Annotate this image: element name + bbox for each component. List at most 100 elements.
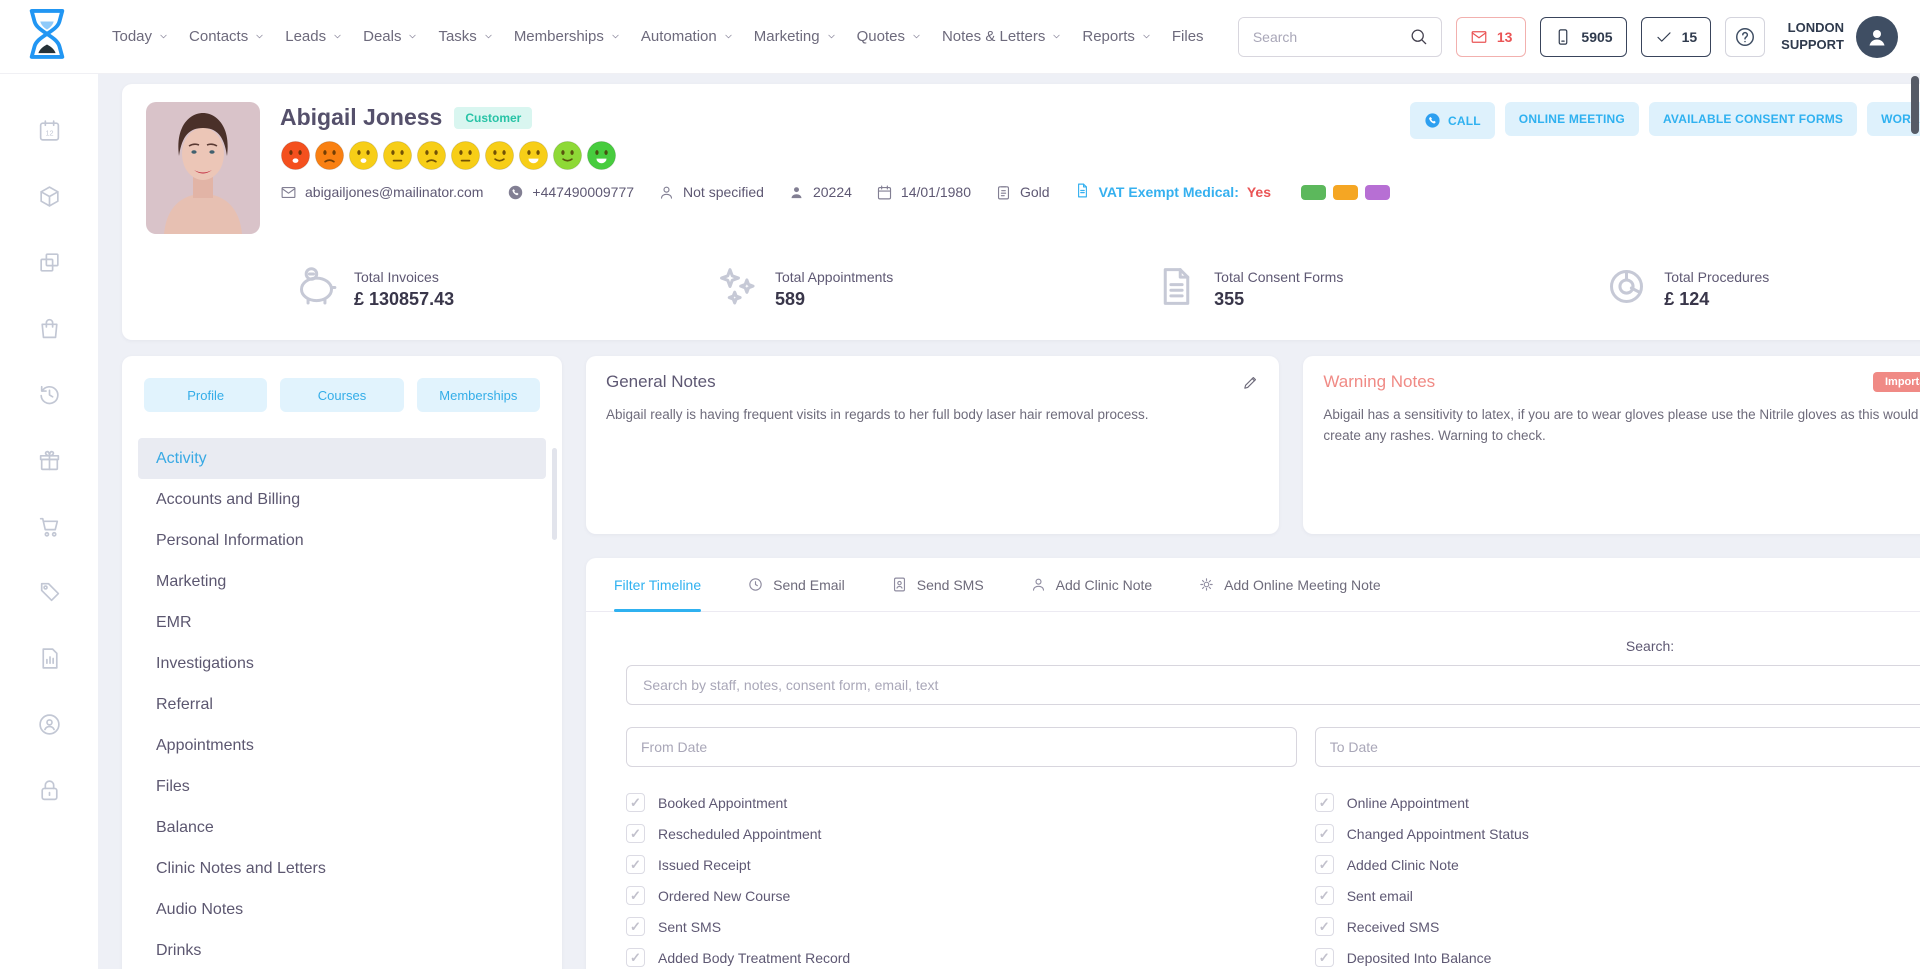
filter-checkbox-issued-receipt[interactable]: ✓ Issued Receipt — [626, 855, 1297, 874]
rating-face-5-icon[interactable] — [416, 140, 447, 171]
checkbox[interactable]: ✓ — [1315, 855, 1334, 874]
menu-item-investigations[interactable]: Investigations — [138, 643, 546, 684]
sidebar-icon-copy[interactable] — [37, 250, 62, 280]
available-consent-forms-button[interactable]: AVAILABLE CONSENT FORMS — [1649, 102, 1857, 136]
sidebar-icon-calendar-12[interactable]: 12 — [37, 118, 62, 148]
menu-item-marketing[interactable]: Marketing — [138, 561, 546, 602]
filter-checkbox-added-body-treatment-record[interactable]: ✓ Added Body Treatment Record — [626, 948, 1297, 967]
filter-checkbox-received-sms[interactable]: ✓ Received SMS — [1315, 917, 1920, 936]
rating-face-6-icon[interactable] — [450, 140, 481, 171]
menu-item-accounts-and-billing[interactable]: Accounts and Billing — [138, 479, 546, 520]
filter-checkbox-added-clinic-note[interactable]: ✓ Added Clinic Note — [1315, 855, 1920, 874]
nav-item-reports[interactable]: Reports — [1082, 28, 1152, 45]
nav-item-memberships[interactable]: Memberships — [514, 28, 621, 45]
sidebar-icon-support[interactable] — [37, 712, 62, 742]
nav-item-deals[interactable]: Deals — [363, 28, 418, 45]
tag-chip[interactable] — [1365, 185, 1390, 200]
sidebar-icon-package[interactable] — [37, 184, 62, 214]
tab-memberships[interactable]: Memberships — [417, 378, 540, 412]
menu-item-files[interactable]: Files — [138, 766, 546, 807]
checkbox[interactable]: ✓ — [1315, 793, 1334, 812]
search-input[interactable] — [1239, 18, 1397, 56]
rating-face-7-icon[interactable] — [484, 140, 515, 171]
filter-checkbox-changed-appointment-status[interactable]: ✓ Changed Appointment Status — [1315, 824, 1920, 843]
checkbox[interactable]: ✓ — [1315, 917, 1334, 936]
sidebar-icon-lock[interactable] — [37, 778, 62, 808]
filter-checkbox-rescheduled-appointment[interactable]: ✓ Rescheduled Appointment — [626, 824, 1297, 843]
filter-checkbox-booked-appointment[interactable]: ✓ Booked Appointment — [626, 793, 1297, 812]
rating-face-10-icon[interactable] — [586, 140, 617, 171]
user-avatar[interactable] — [1856, 16, 1898, 58]
nav-item-automation[interactable]: Automation — [641, 28, 734, 45]
nav-item-contacts[interactable]: Contacts — [189, 28, 265, 45]
checkbox[interactable]: ✓ — [626, 917, 645, 936]
timeline-tab-add-clinic-note[interactable]: Add Clinic Note — [1030, 558, 1153, 611]
checkbox[interactable]: ✓ — [1315, 824, 1334, 843]
timeline-tab-send-email[interactable]: Send Email — [747, 558, 845, 611]
badge-smartphone[interactable]: 5905 — [1540, 17, 1626, 57]
filter-input-to-date[interactable] — [1315, 727, 1920, 767]
panel-scrollbar[interactable] — [552, 448, 557, 540]
app-logo-hourglass-icon[interactable] — [24, 9, 70, 65]
nav-item-leads[interactable]: Leads — [285, 28, 343, 45]
filter-checkbox-ordered-new-course[interactable]: ✓ Ordered New Course — [626, 886, 1297, 905]
filter-checkbox-sent-email[interactable]: ✓ Sent email — [1315, 886, 1920, 905]
search-icon[interactable] — [1397, 18, 1441, 56]
rating-face-1-icon[interactable] — [280, 140, 311, 171]
filter-checkbox-sent-sms[interactable]: ✓ Sent SMS — [626, 917, 1297, 936]
call-button[interactable]: CALL — [1410, 102, 1495, 139]
badge-check[interactable]: 15 — [1641, 17, 1712, 57]
menu-item-appointments[interactable]: Appointments — [138, 725, 546, 766]
rating-face-2-icon[interactable] — [314, 140, 345, 171]
help-icon[interactable] — [1725, 17, 1765, 57]
rating-face-9-icon[interactable] — [552, 140, 583, 171]
sidebar-icon-history[interactable] — [37, 382, 62, 412]
menu-item-drinks[interactable]: Drinks — [138, 930, 546, 969]
tag-chip[interactable] — [1333, 185, 1358, 200]
filter-input-from-date[interactable] — [626, 727, 1297, 767]
tab-courses[interactable]: Courses — [280, 378, 403, 412]
sidebar-icon-shopping-bag[interactable] — [37, 316, 62, 346]
timeline-tab-send-sms[interactable]: Send SMS — [891, 558, 984, 611]
edit-note-icon[interactable] — [1242, 374, 1259, 391]
checkbox[interactable]: ✓ — [626, 886, 645, 905]
checkbox[interactable]: ✓ — [1315, 886, 1334, 905]
nav-item-files[interactable]: Files — [1172, 28, 1204, 45]
online-meeting-button[interactable]: ONLINE MEETING — [1505, 102, 1639, 136]
nav-item-tasks[interactable]: Tasks — [438, 28, 493, 45]
filter-checkbox-online-appointment[interactable]: ✓ Online Appointment — [1315, 793, 1920, 812]
timeline-tab-filter-timeline[interactable]: Filter Timeline — [614, 558, 701, 611]
menu-item-referral[interactable]: Referral — [138, 684, 546, 725]
sidebar-icon-report[interactable] — [37, 646, 62, 676]
menu-item-audio-notes[interactable]: Audio Notes — [138, 889, 546, 930]
menu-item-balance[interactable]: Balance — [138, 807, 546, 848]
checkbox[interactable]: ✓ — [626, 793, 645, 812]
badge-envelope[interactable]: 13 — [1456, 17, 1527, 57]
sidebar-icon-gift[interactable] — [37, 448, 62, 478]
client-header-card: Abigail Joness Customer abigailjones@mai… — [122, 84, 1920, 340]
checkbox[interactable]: ✓ — [1315, 948, 1334, 967]
checkbox[interactable]: ✓ — [626, 824, 645, 843]
menu-item-activity[interactable]: Activity — [138, 438, 546, 479]
rating-face-4-icon[interactable] — [382, 140, 413, 171]
menu-item-emr[interactable]: EMR — [138, 602, 546, 643]
timeline-tab-add-online-meeting-note[interactable]: Add Online Meeting Note — [1198, 558, 1380, 611]
timeline-search-input[interactable] — [626, 665, 1920, 705]
nav-item-notes-letters[interactable]: Notes & Letters — [942, 28, 1062, 45]
filter-checkbox-deposited-into-balance[interactable]: ✓ Deposited Into Balance — [1315, 948, 1920, 967]
menu-item-clinic-notes-and-letters[interactable]: Clinic Notes and Letters — [138, 848, 546, 889]
rating-face-3-icon[interactable] — [348, 140, 379, 171]
package-icon — [37, 184, 62, 214]
menu-item-personal-information[interactable]: Personal Information — [138, 520, 546, 561]
tag-chip[interactable] — [1301, 185, 1326, 200]
checkbox[interactable]: ✓ — [626, 855, 645, 874]
nav-item-quotes[interactable]: Quotes — [857, 28, 922, 45]
checkbox[interactable]: ✓ — [626, 948, 645, 967]
sidebar-icon-cart[interactable] — [37, 514, 62, 544]
sidebar-icon-tag[interactable] — [37, 580, 62, 610]
page-scrollbar-thumb[interactable] — [1911, 76, 1919, 134]
tab-profile[interactable]: Profile — [144, 378, 267, 412]
rating-face-8-icon[interactable] — [518, 140, 549, 171]
nav-item-marketing[interactable]: Marketing — [754, 28, 837, 45]
nav-item-today[interactable]: Today — [112, 28, 169, 45]
